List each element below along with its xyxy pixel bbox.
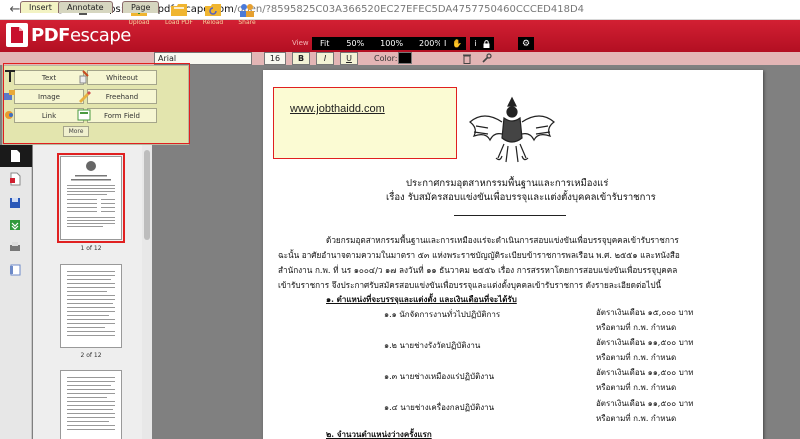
- paragraph-line-3: สำนักงาน ก.พ. ที่ นร ๑๐๐๔/ว ๑๗ ลงวันที่ …: [278, 265, 678, 275]
- reload-label: Reload: [202, 19, 224, 26]
- print-icon[interactable]: [8, 240, 22, 254]
- view-label: View: [292, 39, 309, 47]
- bold-button[interactable]: B: [292, 52, 310, 65]
- tab-page[interactable]: Page: [122, 1, 160, 13]
- doc-title-line-1: ประกาศกรมอุตสาหกรรมพื้นฐานและการเหมืองแร…: [406, 178, 609, 189]
- pdfescape-logo[interactable]: PDFescape: [6, 23, 131, 47]
- load-pdf-label: Load PDF: [165, 19, 193, 26]
- pdf-logo-icon: [6, 23, 28, 47]
- color-label: Color:: [374, 54, 398, 63]
- wrench-icon[interactable]: [481, 53, 492, 64]
- section-2-heading: ๒. จำนวนตำแหน่งว่างครั้งแรก: [326, 429, 432, 439]
- zoom-50-button[interactable]: 50%: [338, 37, 372, 50]
- reload-folder-icon: [205, 4, 221, 16]
- tab-annotate[interactable]: Annotate: [58, 1, 113, 13]
- load-pdf-tool[interactable]: Load PDF: [160, 2, 198, 26]
- download-icon[interactable]: [8, 218, 22, 232]
- settings-gear-icon[interactable]: ⚙: [518, 37, 534, 50]
- position-1-note: หรือตามที่ ก.พ. กำหนด: [596, 323, 677, 332]
- insert-form-field-button[interactable]: Form Field: [87, 108, 157, 123]
- thumbnail-2-preview: [67, 271, 115, 336]
- reload-tool[interactable]: Reload: [194, 2, 232, 26]
- page-thumbnail-2[interactable]: [60, 264, 122, 348]
- url-path: /open/?8595825C03A366520EC27EFEC5DA47577…: [233, 4, 585, 15]
- zoom-bar: Fit 50% 100% 200%: [312, 37, 450, 50]
- brand-pdf: PDF: [31, 24, 70, 46]
- page-thumbnail-3[interactable]: [60, 370, 122, 439]
- tab-insert[interactable]: Insert: [20, 1, 61, 13]
- position-4-salary: อัตราเงินเดือน ๑๑,๕๐๐ บาท: [596, 399, 694, 408]
- load-folder-icon: [171, 4, 187, 16]
- position-3-note: หรือตามที่ ก.พ. กำหนด: [596, 383, 677, 392]
- paragraph-line-2: ฉะนั้น อาศัยอำนาจตามความในมาตรา ๕๓ แห่งพ…: [278, 250, 680, 260]
- title-divider: [454, 215, 566, 216]
- thumbnail-3-preview: [67, 377, 115, 430]
- underline-button[interactable]: U: [340, 52, 358, 65]
- paragraph-line-1: ด้วยกรมอุตสาหกรรมพื้นฐานและการเหมืองแร่จ…: [326, 235, 679, 245]
- position-2-salary: อัตราเงินเดือน ๑๑,๕๐๐ บาท: [596, 338, 694, 347]
- brand-name: PDFescape: [31, 25, 131, 46]
- inserted-text-box[interactable]: www.jobthaidd.com: [273, 87, 457, 159]
- thumbnail-1-label: 1 of 12: [80, 245, 102, 252]
- pencil-icon: [79, 91, 91, 103]
- share-tool[interactable]: Share: [228, 2, 266, 26]
- app-root: ← → ↻ https://www.pdfescape.com/open/?85…: [0, 0, 800, 439]
- share-people-icon: [240, 4, 254, 17]
- insert-freehand-button[interactable]: Freehand: [87, 89, 157, 104]
- text-cursor-icon[interactable]: Ⅰ: [444, 39, 446, 48]
- info-lock-group: i: [470, 37, 494, 50]
- inserted-text[interactable]: www.jobthaidd.com: [290, 103, 385, 115]
- upload-label: Upload: [128, 19, 150, 26]
- whiteout-icon: [79, 70, 89, 84]
- thumbnail-scrollbar-thumb[interactable]: [144, 150, 150, 240]
- position-4-name: ๑.๔ นายช่างเครื่องกลปฏิบัติงาน: [384, 403, 495, 412]
- hand-icon[interactable]: ✋: [452, 39, 462, 48]
- info-icon[interactable]: i: [474, 39, 476, 48]
- doc-title-line-2: เรื่อง รับสมัครสอบแข่งขันเพื่อบรรจุและแต…: [386, 192, 656, 203]
- insert-menu-popup: Text Whiteout Image Freehand Link Form F…: [2, 65, 189, 145]
- insert-image-button[interactable]: Image: [14, 89, 84, 104]
- insert-link-button[interactable]: Link: [14, 108, 84, 123]
- link-icon: [5, 111, 13, 119]
- page-properties-icon[interactable]: [8, 263, 22, 277]
- position-2-name: ๑.๒ นายช่างรังวัดปฏิบัติงาน: [384, 341, 481, 350]
- position-1-salary: อัตราเงินเดือน ๑๕,๐๐๐ บาท: [596, 308, 694, 317]
- new-page-icon[interactable]: [8, 172, 22, 186]
- padlock-icon[interactable]: [483, 39, 490, 48]
- brand-escape: escape: [69, 24, 131, 46]
- share-label: Share: [238, 19, 256, 26]
- trash-icon[interactable]: [462, 53, 472, 64]
- position-4-note: หรือตามที่ ก.พ. กำหนด: [596, 414, 677, 423]
- insert-more-button[interactable]: More: [63, 126, 89, 137]
- zoom-fit-button[interactable]: Fit: [312, 37, 338, 50]
- section-1-heading: ๑. ตำแหน่งที่จะบรรจุและแต่งตั้ง และเงินเ…: [326, 294, 517, 304]
- position-3-name: ๑.๓ นายช่างเหมืองแร่ปฏิบัติงาน: [384, 372, 495, 381]
- italic-button[interactable]: I: [316, 52, 334, 65]
- save-disk-icon[interactable]: [8, 196, 22, 210]
- position-1-name: ๑.๑ นักจัดการงานทั่วไปปฏิบัติการ: [384, 310, 501, 319]
- insert-whiteout-button[interactable]: Whiteout: [87, 70, 157, 85]
- image-icon: [4, 90, 15, 100]
- font-family-select[interactable]: Arial: [154, 52, 252, 65]
- thumbnail-2-label: 2 of 12: [80, 352, 102, 359]
- zoom-100-button[interactable]: 100%: [372, 37, 411, 50]
- left-icon-strip: [0, 145, 32, 439]
- paragraph-line-4: เข้ารับราชการ จึงประกาศรับสมัครสอบแข่งขั…: [278, 280, 662, 290]
- position-2-note: หรือตามที่ ก.พ. กำหนด: [596, 353, 677, 362]
- form-field-icon: [77, 109, 91, 121]
- document-glyph-icon: [11, 27, 23, 43]
- font-size-select[interactable]: 16: [264, 52, 286, 65]
- select-mode-group: Ⅰ ✋: [440, 37, 467, 50]
- insert-text-button[interactable]: Text: [14, 70, 84, 85]
- thumbnail-1-preview: [67, 161, 115, 227]
- garuda-emblem-icon: [469, 96, 555, 163]
- mode-bar: Ⅰ ✋ i: [440, 37, 494, 50]
- position-3-salary: อัตราเงินเดือน ๑๑,๕๐๐ บาท: [596, 368, 694, 377]
- color-picker-swatch[interactable]: [398, 52, 412, 64]
- page-thumbnail-1[interactable]: [57, 153, 125, 243]
- text-icon: [5, 70, 15, 82]
- pages-icon[interactable]: [8, 149, 22, 163]
